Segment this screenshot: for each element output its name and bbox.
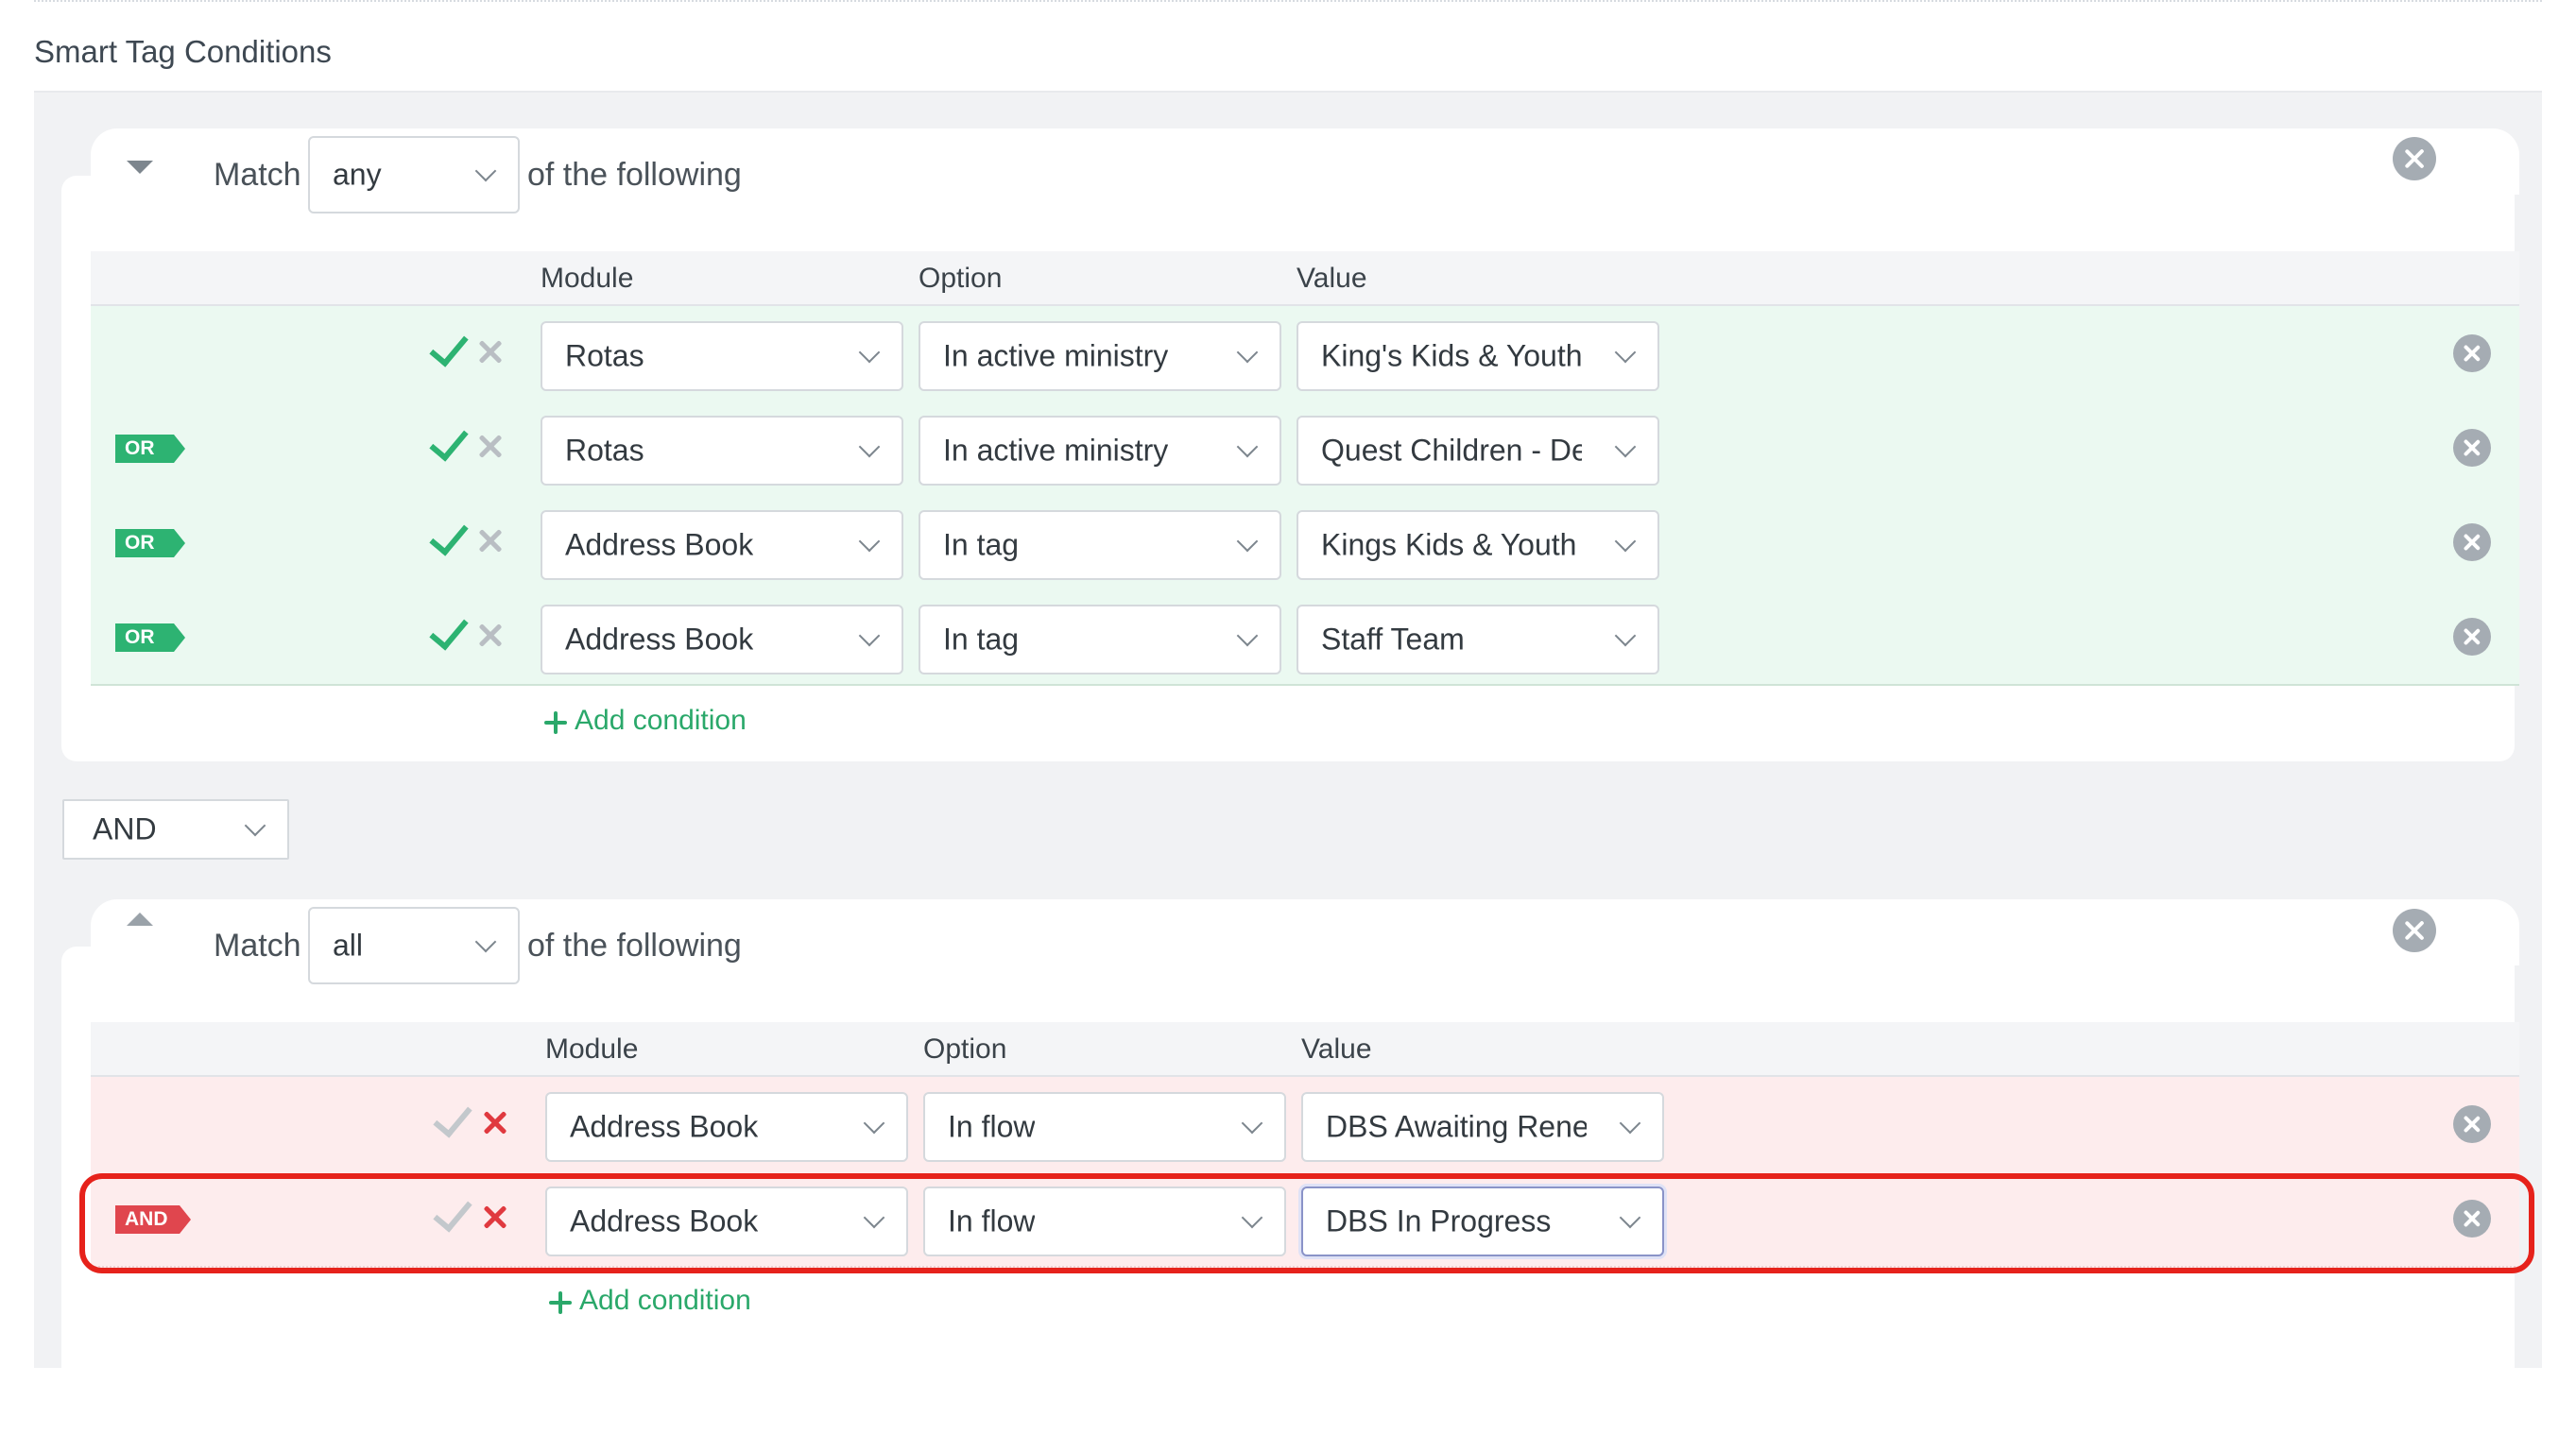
close-icon[interactable]	[476, 337, 505, 366]
match-select-value: all	[333, 928, 364, 963]
value-value: King's Kids & Youth (S	[1321, 338, 1582, 373]
option-select[interactable]: In flow	[923, 1092, 1286, 1162]
chevron-down-icon	[1236, 435, 1259, 458]
highlight-annotation	[79, 1173, 2534, 1273]
value-select[interactable]: Staff Team	[1297, 605, 1659, 674]
option-select[interactable]: In active ministry	[919, 321, 1281, 391]
plus-icon	[549, 1291, 572, 1314]
close-icon[interactable]	[476, 432, 505, 460]
col-header-option: Option	[923, 1033, 1007, 1065]
module-value: Address Book	[565, 622, 754, 657]
chevron-down-icon	[858, 530, 881, 553]
chevron-down-icon	[1236, 530, 1259, 553]
remove-group-icon[interactable]	[2393, 137, 2436, 180]
section-title: Smart Tag Conditions	[34, 34, 332, 69]
remove-condition-icon[interactable]	[2453, 429, 2491, 467]
option-value: In flow	[948, 1109, 1036, 1144]
option-value: In tag	[943, 622, 1020, 657]
plus-icon	[544, 711, 567, 734]
chevron-down-icon	[1236, 624, 1259, 647]
value-value: DBS Awaiting Renewa	[1326, 1109, 1587, 1144]
chevron-down-icon	[1619, 1112, 1641, 1135]
module-value: Rotas	[565, 338, 644, 373]
remove-condition-icon[interactable]	[2453, 334, 2491, 372]
col-header-module: Module	[545, 1033, 639, 1065]
remove-condition-icon[interactable]	[2453, 523, 2491, 561]
col-header-value: Value	[1301, 1033, 1372, 1065]
col-header-option: Option	[919, 263, 1003, 294]
add-condition-label: Add condition	[575, 705, 747, 736]
chevron-down-icon	[1614, 624, 1637, 647]
module-select[interactable]: Rotas	[541, 416, 903, 486]
or-badge: OR	[115, 623, 185, 652]
chevron-down-icon	[1614, 435, 1637, 458]
or-badge: OR	[115, 435, 185, 463]
remove-condition-icon[interactable]	[2453, 1105, 2491, 1143]
value-value: Quest Children - Derk	[1321, 433, 1582, 468]
chevron-down-icon	[474, 930, 497, 953]
group-joiner-value: AND	[93, 811, 157, 846]
or-badge: OR	[115, 529, 185, 557]
module-select[interactable]: Address Book	[541, 605, 903, 674]
chevron-down-icon	[1614, 530, 1637, 553]
option-value: In active ministry	[943, 338, 1169, 373]
collapse-caret-icon[interactable]	[127, 161, 153, 174]
chevron-down-icon	[244, 814, 266, 837]
value-select[interactable]: DBS Awaiting Renewa	[1301, 1092, 1664, 1162]
col-header-module: Module	[541, 263, 634, 294]
value-select[interactable]: Quest Children - Derk	[1297, 416, 1659, 486]
match-label: Match	[214, 157, 301, 193]
chevron-down-icon	[474, 160, 497, 182]
option-select[interactable]: In active ministry	[919, 416, 1281, 486]
option-select[interactable]: In tag	[919, 605, 1281, 674]
chevron-down-icon	[863, 1112, 885, 1135]
chevron-down-icon	[858, 341, 881, 364]
top-divider	[34, 0, 2542, 2]
value-select[interactable]: Kings Kids & Youth Te	[1297, 510, 1659, 580]
match-select-value: any	[333, 157, 382, 192]
module-value: Address Book	[565, 527, 754, 562]
conditions-canvas: Match any of the following Module Option…	[34, 93, 2542, 1434]
value-value: Kings Kids & Youth Te	[1321, 527, 1582, 562]
option-value: In tag	[943, 527, 1020, 562]
module-select[interactable]: Address Book	[541, 510, 903, 580]
chevron-down-icon	[1236, 341, 1259, 364]
match-select[interactable]: all	[308, 907, 520, 984]
add-condition-link[interactable]: Add condition	[544, 705, 771, 741]
col-header-value: Value	[1297, 263, 1367, 294]
following-label: of the following	[527, 928, 742, 964]
expand-caret-icon[interactable]	[127, 913, 153, 926]
chevron-down-icon	[1614, 341, 1637, 364]
following-label: of the following	[527, 157, 742, 193]
add-condition-label: Add condition	[579, 1285, 751, 1316]
remove-group-icon[interactable]	[2393, 909, 2436, 952]
close-icon[interactable]	[476, 621, 505, 649]
value-value: Staff Team	[1321, 622, 1465, 657]
value-select[interactable]: King's Kids & Youth (S	[1297, 321, 1659, 391]
match-label: Match	[214, 928, 301, 964]
module-select[interactable]: Rotas	[541, 321, 903, 391]
option-value: In active ministry	[943, 433, 1169, 468]
option-select[interactable]: In tag	[919, 510, 1281, 580]
module-value: Address Book	[570, 1109, 759, 1144]
chevron-down-icon	[858, 435, 881, 458]
close-icon[interactable]	[476, 526, 505, 555]
match-select[interactable]: any	[308, 136, 520, 213]
close-icon[interactable]	[481, 1108, 509, 1136]
chevron-down-icon	[1241, 1112, 1263, 1135]
group-joiner-select[interactable]: AND	[62, 799, 289, 860]
chevron-down-icon	[858, 624, 881, 647]
module-select[interactable]: Address Book	[545, 1092, 908, 1162]
add-condition-link[interactable]: Add condition	[549, 1285, 776, 1321]
module-value: Rotas	[565, 433, 644, 468]
remove-condition-icon[interactable]	[2453, 618, 2491, 656]
